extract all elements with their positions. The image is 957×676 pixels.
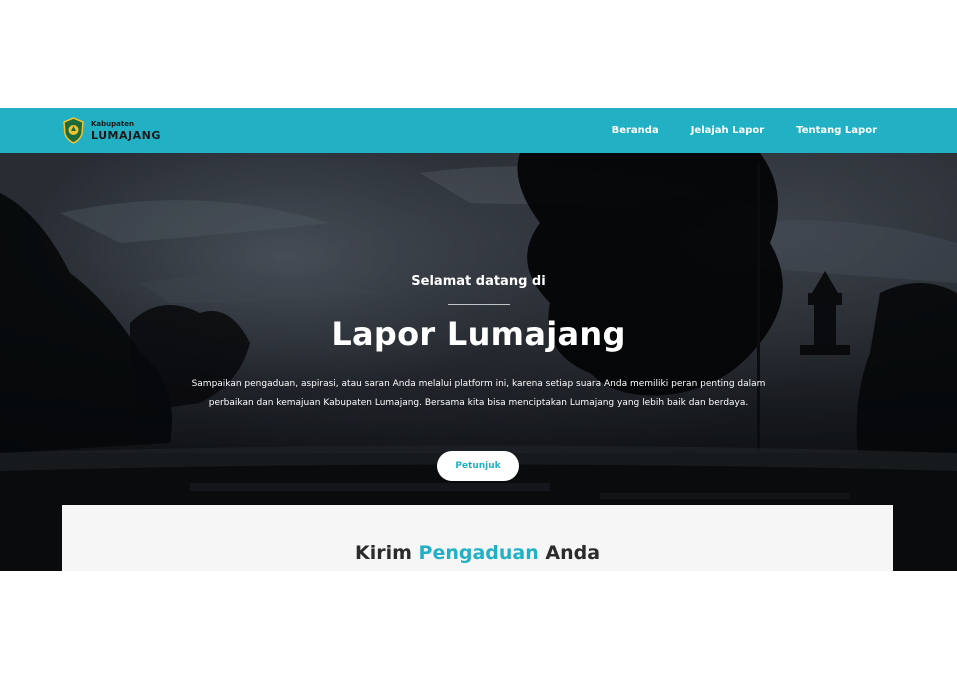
nav-links: Beranda Jelajah Lapor Tentang Lapor	[580, 108, 877, 153]
hero-divider	[448, 304, 510, 305]
complaint-form-title: Kirim Pengaduan Anda	[62, 542, 893, 564]
brand-subtitle: Kabupaten	[91, 119, 134, 128]
petunjuk-button[interactable]: Petunjuk	[437, 451, 519, 481]
title-accent: Pengaduan	[418, 542, 539, 564]
nav-link-beranda[interactable]: Beranda	[612, 125, 659, 136]
nav-link-tentang-lapor[interactable]: Tentang Lapor	[796, 125, 877, 136]
hero-title: Lapor Lumajang	[331, 315, 626, 353]
nav-link-jelajah-lapor[interactable]: Jelajah Lapor	[691, 125, 765, 136]
navbar: Kabupaten LUMAJANG Beranda Jelajah Lapor…	[0, 108, 957, 153]
hero-description: Sampaikan pengaduan, aspirasi, atau sara…	[191, 379, 766, 408]
hero-welcome-text: Selamat datang di	[411, 274, 546, 289]
brand-title: LUMAJANG	[91, 128, 161, 142]
title-part-2: Anda	[545, 542, 601, 564]
lumajang-crest-icon	[63, 117, 84, 144]
browser-viewport: Kabupaten LUMAJANG Beranda Jelajah Lapor…	[0, 108, 957, 571]
brand[interactable]: Kabupaten LUMAJANG	[62, 117, 161, 144]
title-part-1: Kirim	[354, 542, 412, 564]
complaint-form-card: Kirim Pengaduan Anda	[62, 505, 893, 571]
